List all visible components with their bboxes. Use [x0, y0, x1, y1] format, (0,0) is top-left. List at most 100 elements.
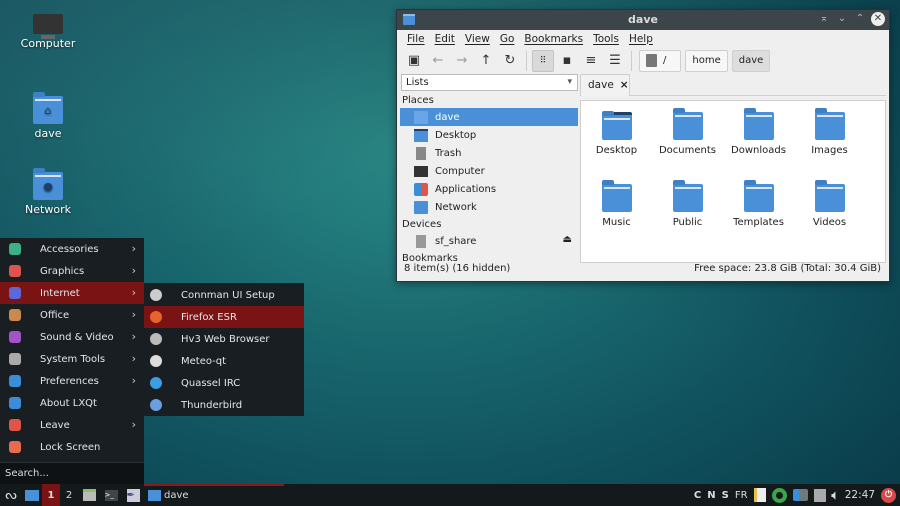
- menu-search-input[interactable]: Search...: [0, 462, 144, 484]
- detail-view-button[interactable]: ☰: [604, 50, 626, 72]
- chevron-right-icon: ›: [131, 286, 136, 299]
- menu-file[interactable]: File: [407, 33, 425, 45]
- file-item[interactable]: Templates: [723, 178, 794, 250]
- folder-icon: [672, 108, 703, 140]
- place-label: Trash: [435, 147, 462, 159]
- icon-view-button[interactable]: ⠿: [532, 49, 554, 72]
- forward-button[interactable]: →: [451, 50, 473, 72]
- menu-view[interactable]: View: [465, 33, 490, 45]
- desktop-icon-network[interactable]: ● Network: [3, 168, 93, 216]
- file-item[interactable]: Videos: [794, 178, 865, 250]
- keyboard-layout[interactable]: FR: [735, 490, 748, 501]
- minimize-button[interactable]: ⌄: [835, 12, 849, 26]
- num-lock-indicator: N: [707, 489, 716, 501]
- breadcrumb-home[interactable]: home: [685, 49, 728, 72]
- place-network[interactable]: Network: [400, 198, 578, 216]
- close-tab-icon[interactable]: ×: [620, 79, 629, 91]
- status-bar: 8 item(s) (16 hidden) Free space: 23.8 G…: [404, 263, 881, 277]
- launcher-terminal[interactable]: >_: [100, 484, 122, 506]
- up-button[interactable]: ↑: [475, 50, 497, 72]
- folder-icon: [672, 180, 703, 212]
- menu-item-about-lxqt[interactable]: About LXQt: [0, 392, 144, 414]
- thumbnail-view-button[interactable]: ▪: [556, 50, 578, 72]
- file-item[interactable]: Desktop: [581, 106, 652, 178]
- menu-help[interactable]: Help: [629, 33, 653, 45]
- desktop-icon-home[interactable]: ⌂ dave: [3, 92, 93, 140]
- submenu-item-hv3-web-browser[interactable]: Hv3 Web Browser: [144, 328, 304, 350]
- menu-item-preferences[interactable]: Preferences ›: [0, 370, 144, 392]
- submenu-item-quassel-irc[interactable]: Quassel IRC: [144, 372, 304, 394]
- clipboard-icon[interactable]: [753, 488, 766, 502]
- task-button-dave[interactable]: dave: [144, 484, 284, 504]
- menu-item-graphics[interactable]: Graphics ›: [0, 260, 144, 282]
- menu-item-internet[interactable]: Internet ›: [0, 282, 144, 304]
- computer-icon: [33, 14, 63, 39]
- place-desktop[interactable]: Desktop: [400, 126, 578, 144]
- menu-item-sound-video[interactable]: Sound & Video ›: [0, 326, 144, 348]
- file-label: Music: [602, 217, 631, 228]
- file-item[interactable]: Downloads: [723, 106, 794, 178]
- file-item[interactable]: Public: [652, 178, 723, 250]
- menu-item-leave[interactable]: Leave ›: [0, 414, 144, 436]
- maximize-button[interactable]: ⌃: [853, 12, 867, 26]
- main-menu-button[interactable]: ᔓ: [0, 484, 22, 506]
- folder-icon: [148, 489, 161, 501]
- title-bar[interactable]: dave ⌅ ⌄ ⌃ ✕: [397, 10, 889, 30]
- file-item[interactable]: Documents: [652, 106, 723, 178]
- show-desktop-button[interactable]: [22, 484, 42, 506]
- desktop-icon-computer[interactable]: Computer: [3, 14, 93, 50]
- menu-bookmarks[interactable]: Bookmarks: [524, 33, 583, 45]
- menu-item-label: Internet: [40, 287, 80, 299]
- launcher-text-editor[interactable]: ✒: [122, 484, 144, 506]
- submenu-item-meteo-qt[interactable]: Meteo-qt: [144, 350, 304, 372]
- submenu-item-connman-ui-setup[interactable]: Connman UI Setup: [144, 284, 304, 306]
- thunderbird-icon: [150, 399, 162, 411]
- menu-item-office[interactable]: Office ›: [0, 304, 144, 326]
- menu-edit[interactable]: Edit: [435, 33, 455, 45]
- file-label: Documents: [658, 145, 717, 156]
- close-button[interactable]: ✕: [871, 12, 885, 26]
- menu-go[interactable]: Go: [500, 33, 515, 45]
- menu-item-system-tools[interactable]: System Tools ›: [0, 348, 144, 370]
- file-item[interactable]: Music: [581, 178, 652, 250]
- power-icon[interactable]: ⏻: [881, 487, 896, 503]
- file-item[interactable]: Images: [794, 106, 865, 178]
- place-trash[interactable]: Trash: [400, 144, 578, 162]
- new-tab-button[interactable]: ▣: [403, 50, 425, 72]
- submenu-item-label: Thunderbird: [181, 399, 243, 411]
- menu-item-accessories[interactable]: Accessories ›: [0, 238, 144, 260]
- notification-icon[interactable]: [792, 489, 808, 501]
- place-dave[interactable]: dave: [400, 108, 578, 126]
- menu-item-lock-screen[interactable]: Lock Screen: [0, 436, 144, 458]
- device-sf-share[interactable]: sf_share ⏏: [400, 232, 578, 250]
- breadcrumb-dave[interactable]: dave: [731, 49, 771, 72]
- menu-tools[interactable]: Tools: [593, 33, 619, 45]
- back-button[interactable]: ←: [427, 50, 449, 72]
- keep-above-button[interactable]: ⌅: [817, 12, 831, 26]
- side-pane-mode-select[interactable]: Lists: [401, 74, 578, 91]
- meteo-qt-icon: [150, 355, 162, 367]
- network-status-icon[interactable]: [771, 487, 787, 503]
- chevron-right-icon: ›: [131, 330, 136, 343]
- folder-icon: [814, 108, 845, 140]
- removable-media-icon[interactable]: [813, 488, 826, 502]
- desktop-switch-2[interactable]: 2: [60, 484, 78, 506]
- eject-icon[interactable]: ⏏: [563, 234, 572, 245]
- place-applications[interactable]: Applications: [400, 180, 578, 198]
- place-computer[interactable]: Computer: [400, 162, 578, 180]
- volume-icon[interactable]: 🔈︎: [832, 488, 839, 503]
- tab-dave[interactable]: dave ×: [580, 74, 630, 96]
- menu-item-label: About LXQt: [40, 397, 97, 409]
- submenu-item-firefox-esr[interactable]: Firefox ESR: [144, 306, 304, 328]
- reload-icon: ↻: [504, 53, 516, 68]
- menu-item-label: System Tools: [40, 353, 106, 365]
- desktop-switch-1[interactable]: 1: [42, 484, 60, 506]
- breadcrumb-root[interactable]: /: [639, 49, 682, 72]
- compact-view-button[interactable]: ≡: [580, 50, 602, 72]
- toolbar: ▣ ← → ↑ ↻ ⠿ ▪ ≡ ☰ / home dave: [397, 47, 889, 74]
- clock[interactable]: 22:47: [845, 489, 875, 501]
- place-label: Applications: [435, 183, 497, 195]
- reload-button[interactable]: ↻: [499, 50, 521, 72]
- launcher-file-manager[interactable]: [78, 484, 100, 506]
- submenu-item-thunderbird[interactable]: Thunderbird: [144, 394, 304, 416]
